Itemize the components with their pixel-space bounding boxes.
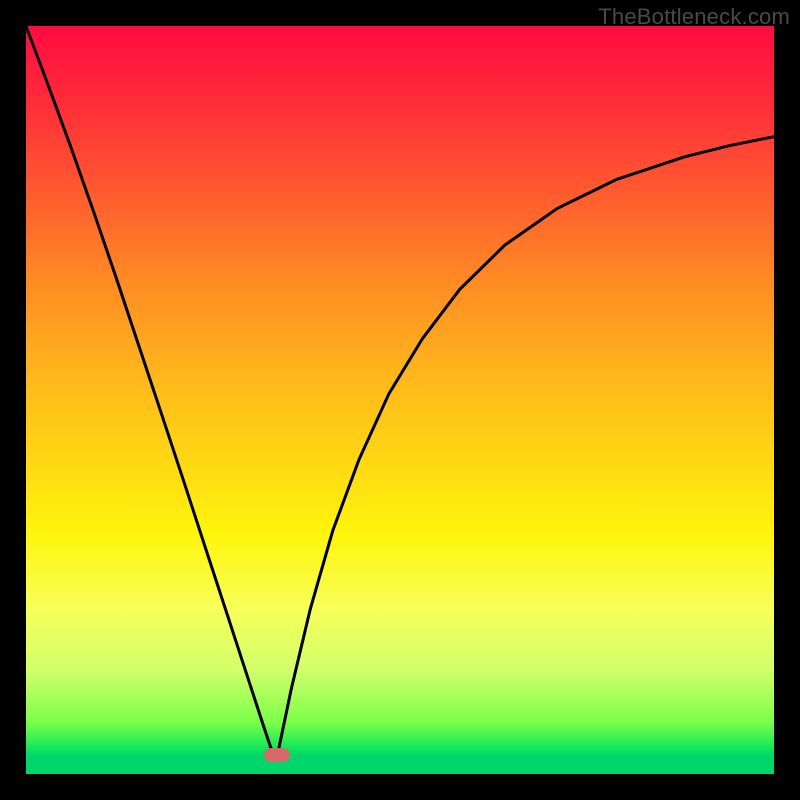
bottleneck-curve bbox=[26, 26, 774, 774]
plot-area bbox=[26, 26, 774, 774]
chart-frame: TheBottleneck.com bbox=[0, 0, 800, 800]
curve-path bbox=[26, 26, 774, 759]
minimum-marker bbox=[264, 748, 290, 762]
